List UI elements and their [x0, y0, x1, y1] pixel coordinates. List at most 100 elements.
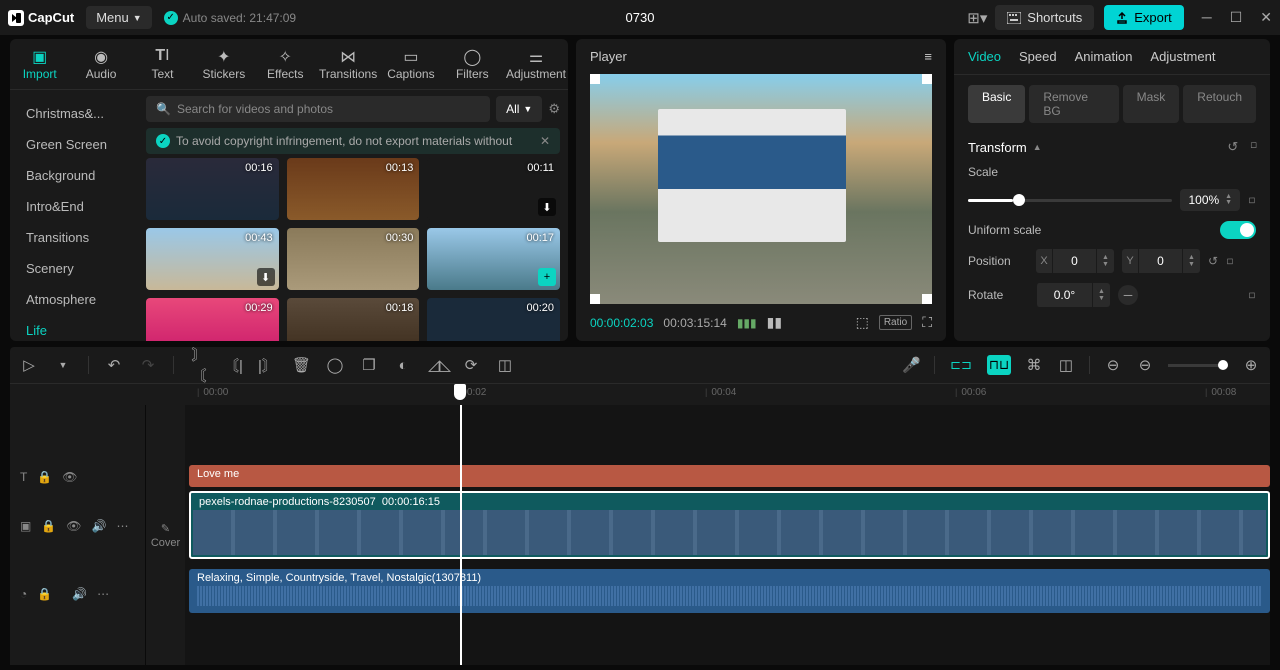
scale-value-input[interactable]: 100%▲▼ — [1180, 189, 1240, 211]
eye-icon[interactable]: 👁 — [62, 470, 77, 484]
lock-icon[interactable]: 🔒 — [41, 519, 56, 533]
keyframe-icon[interactable]: ◇ — [1223, 254, 1236, 267]
link-icon[interactable]: ⌘ — [1025, 356, 1043, 374]
zoom-slider[interactable] — [1168, 364, 1228, 367]
download-icon[interactable]: ⬇ — [257, 268, 275, 286]
shortcuts-button[interactable]: Shortcuts — [995, 5, 1094, 30]
pos-x-input[interactable]: 0 — [1052, 249, 1096, 273]
cat-transitions[interactable]: Transitions — [10, 222, 138, 253]
lock-icon[interactable]: 🔒 — [37, 470, 52, 484]
resize-handle[interactable] — [590, 294, 600, 304]
cat-atmosphere[interactable]: Atmosphere — [10, 284, 138, 315]
redo-icon[interactable]: ↷ — [139, 356, 157, 374]
lock-icon[interactable]: 🔒 — [37, 587, 52, 601]
close-warning-button[interactable]: ✕ — [540, 134, 550, 148]
scale-slider[interactable] — [968, 199, 1172, 202]
close-button[interactable]: ✕ — [1260, 9, 1272, 26]
tab-import[interactable]: ▣Import — [10, 43, 69, 85]
cat-introend[interactable]: Intro&End — [10, 191, 138, 222]
cursor-tool-icon[interactable]: ▷ — [20, 356, 38, 374]
player-menu-icon[interactable]: ≡ — [924, 49, 932, 64]
media-thumb[interactable]: 00:30 — [287, 228, 420, 290]
cat-life[interactable]: Life — [10, 315, 138, 341]
rotate-input[interactable]: 0.0° — [1036, 283, 1092, 307]
insp-tab-adjustment[interactable]: Adjustment — [1150, 49, 1215, 64]
cat-background[interactable]: Background — [10, 160, 138, 191]
align-icon[interactable]: ◫ — [1057, 356, 1075, 374]
copy-icon[interactable]: ❐ — [360, 356, 378, 374]
chevron-down-icon[interactable]: ▼ — [54, 360, 72, 370]
insp-tab-speed[interactable]: Speed — [1019, 49, 1057, 64]
stepper-icon[interactable]: ▲▼ — [1092, 283, 1110, 307]
snap-icon[interactable]: ⊓⊔ — [987, 355, 1011, 375]
magnet-icon[interactable]: ⊏⊐ — [949, 355, 973, 375]
audio-clip[interactable]: Relaxing, Simple, Countryside, Travel, N… — [189, 569, 1270, 613]
zoom-out-icon[interactable]: ⊖ — [1104, 356, 1122, 374]
insp-tab-video[interactable]: Video — [968, 49, 1001, 64]
filter-all-button[interactable]: All▼ — [496, 96, 542, 122]
tab-audio[interactable]: ◉Audio — [71, 43, 130, 85]
timeline-ruler[interactable]: 00:00 00:02 00:04 00:06 00:08 — [10, 383, 1270, 405]
delete-icon[interactable]: 🗑 — [292, 356, 310, 374]
layout-icon[interactable]: ⊞▾ — [967, 9, 985, 27]
pos-y-input[interactable]: 0 — [1138, 249, 1182, 273]
stepper-icon[interactable]: ▲▼ — [1225, 194, 1232, 206]
tab-captions[interactable]: ▭Captions — [381, 43, 440, 85]
fullscreen-icon[interactable]: ⛶ — [922, 314, 932, 331]
resize-handle[interactable] — [922, 74, 932, 84]
subtab-retouch[interactable]: Retouch — [1183, 85, 1256, 123]
zoom-fit-icon[interactable]: ⊕ — [1242, 356, 1260, 374]
playhead-line[interactable] — [460, 405, 462, 665]
undo-icon[interactable]: ↶ — [105, 356, 123, 374]
tab-adjustment[interactable]: ⚌Adjustment — [504, 43, 568, 85]
reset-icon[interactable]: ↺ — [1227, 139, 1238, 155]
tab-effects[interactable]: ✧Effects — [256, 43, 315, 85]
cover-button[interactable]: ✎ Cover — [145, 405, 185, 665]
rotate-dial[interactable]: ─ — [1118, 285, 1138, 305]
pause-button[interactable]: ▮▮ — [767, 314, 782, 331]
subtab-basic[interactable]: Basic — [968, 85, 1025, 123]
more-icon[interactable]: ⋯ — [97, 587, 109, 601]
tab-transitions[interactable]: ⋈Transitions — [317, 43, 379, 85]
ratio-button[interactable]: Ratio — [879, 315, 912, 330]
media-thumb[interactable]: 00:17+ — [427, 228, 560, 290]
eye-icon[interactable]: 👁 — [66, 519, 81, 533]
add-icon[interactable]: + — [538, 268, 556, 286]
cat-christmas[interactable]: Christmas&... — [10, 98, 138, 129]
export-button[interactable]: Export — [1104, 5, 1184, 30]
snapshot-icon[interactable]: ⬚ — [856, 314, 869, 331]
split-right-icon[interactable]: |〙 — [258, 355, 276, 376]
reset-icon[interactable]: ↺ — [1208, 254, 1218, 268]
search-input[interactable]: 🔍 Search for videos and photos — [146, 96, 490, 122]
split-icon[interactable]: 〙〘 — [190, 344, 208, 386]
media-thumb[interactable]: 00:11⬇ — [427, 158, 560, 220]
playhead[interactable] — [454, 384, 466, 400]
tab-stickers[interactable]: ✦Stickers — [194, 43, 253, 85]
cat-scenery[interactable]: Scenery — [10, 253, 138, 284]
speed-icon[interactable]: ◐ — [394, 357, 412, 374]
video-clip[interactable]: pexels-rodnae-productions-8230507 00:00:… — [189, 491, 1270, 559]
media-thumb[interactable]: 00:18 — [287, 298, 420, 341]
keyframe-icon[interactable]: ◇ — [1244, 139, 1261, 156]
mute-icon[interactable]: 🔊 — [92, 519, 107, 533]
zoom-in-icon[interactable]: ⊖ — [1136, 356, 1154, 374]
download-icon[interactable]: ⬇ — [538, 198, 556, 216]
media-thumb[interactable]: 00:29 — [146, 298, 279, 341]
crop-icon[interactable]: ◫ — [496, 356, 514, 374]
insp-tab-animation[interactable]: Animation — [1075, 49, 1133, 64]
mic-icon[interactable]: 🎤 — [902, 356, 920, 374]
tab-text[interactable]: TIText — [133, 43, 192, 85]
preview-viewport[interactable]: Love me — [590, 74, 932, 304]
more-icon[interactable]: ⋯ — [116, 519, 128, 533]
menu-button[interactable]: Menu▼ — [86, 6, 151, 29]
uniform-scale-toggle[interactable] — [1220, 221, 1256, 239]
keyframe-icon[interactable]: ◇ — [1246, 193, 1259, 206]
project-title[interactable]: 0730 — [626, 10, 655, 25]
resize-handle[interactable] — [590, 74, 600, 84]
resize-handle[interactable] — [922, 294, 932, 304]
media-thumb[interactable]: 00:16 — [146, 158, 279, 220]
media-thumb[interactable]: 00:43⬇ — [146, 228, 279, 290]
maximize-button[interactable]: ☐ — [1230, 9, 1243, 26]
rotate-icon[interactable]: ⟳ — [462, 356, 480, 374]
text-clip[interactable]: Love me — [189, 465, 1270, 487]
